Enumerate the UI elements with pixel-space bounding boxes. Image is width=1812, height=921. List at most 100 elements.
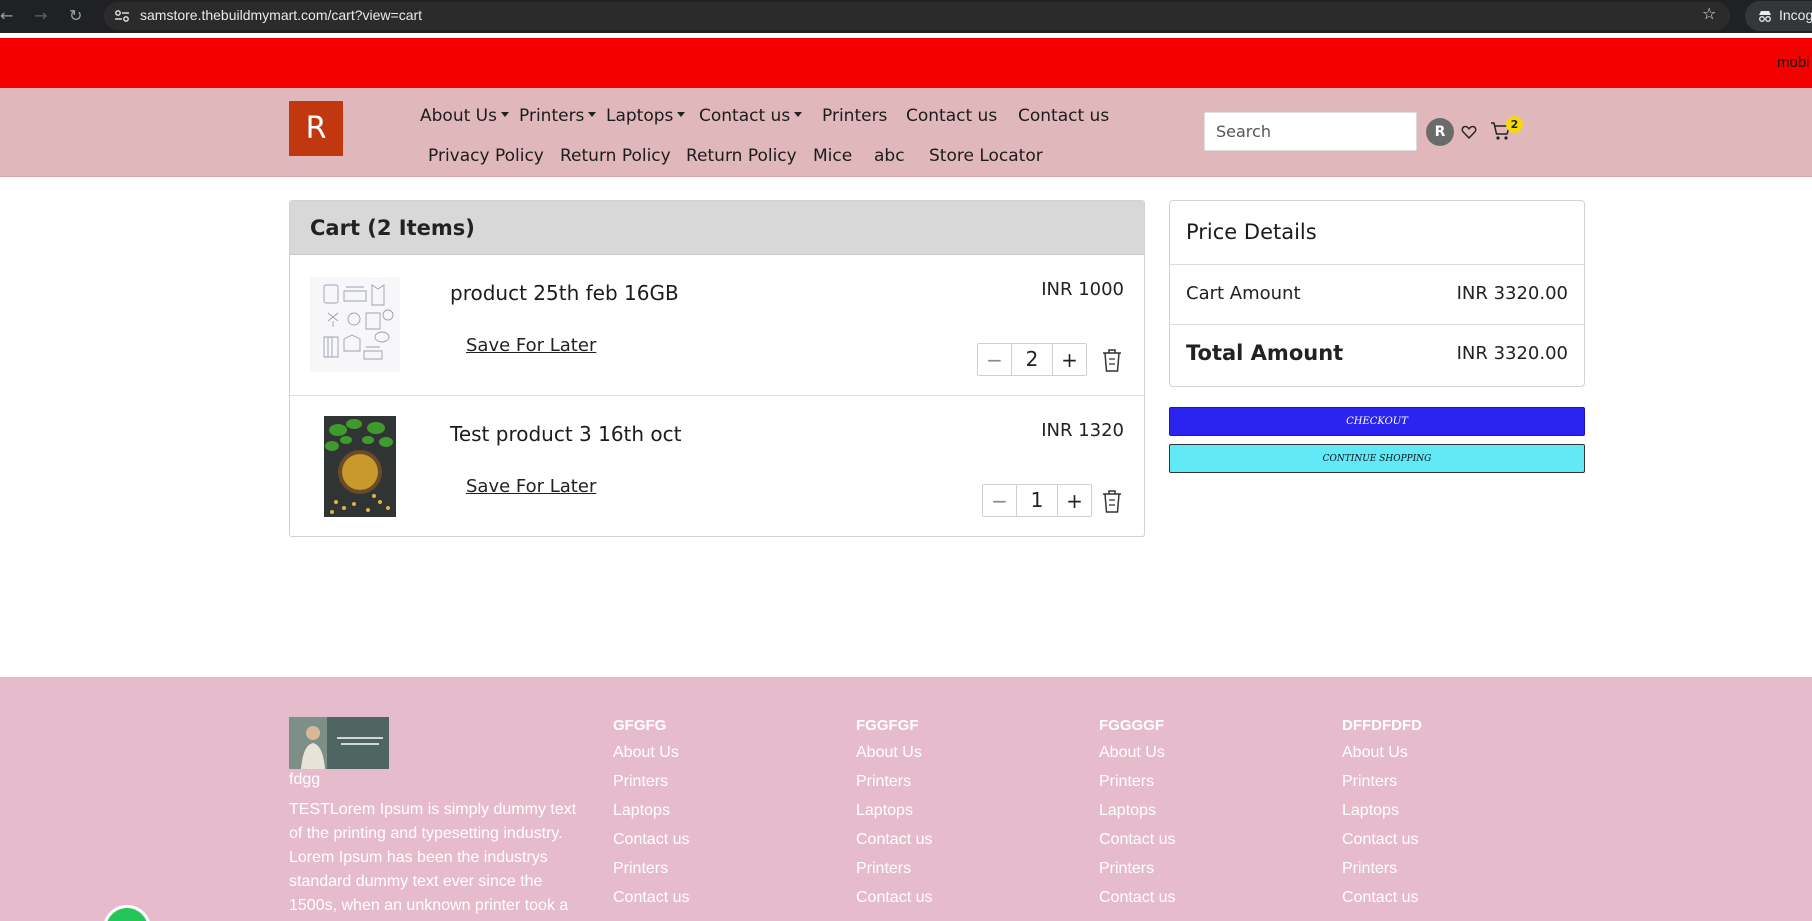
nav-contact-us[interactable]: Contact us	[699, 106, 803, 126]
cart-amount-row: Cart Amount INR 3320.00	[1170, 265, 1584, 325]
footer-column: DFFDFDFD About Us Printers Laptops Conta…	[1342, 717, 1422, 917]
cart-item: Test product 3 16th oct INR 1320 Save Fo…	[290, 396, 1144, 536]
decrease-quantity-button[interactable]: −	[978, 344, 1011, 375]
footer-link-about-us[interactable]: About Us	[856, 743, 932, 772]
continue-shopping-button[interactable]: CONTINUE SHOPPING	[1169, 444, 1585, 473]
footer-brand-name: fdgg	[289, 771, 321, 788]
footer-link-printers[interactable]: Printers	[1342, 859, 1422, 888]
search-input[interactable]	[1204, 112, 1417, 151]
product-thumbnail[interactable]	[310, 277, 400, 372]
delete-trash-icon[interactable]	[1100, 488, 1124, 514]
footer-column: GFGFG About Us Printers Laptops Contact …	[613, 717, 689, 917]
save-for-later-link[interactable]: Save For Later	[466, 476, 596, 497]
footer-link-contact-us[interactable]: Contact us	[856, 830, 932, 859]
address-bar[interactable]: samstore.thebuildmymart.com/cart?view=ca…	[104, 2, 1730, 30]
footer-column-heading: GFGFG	[613, 717, 667, 734]
footer-column: FGGGGF About Us Printers Laptops Contact…	[1099, 717, 1175, 917]
nav-store-locator[interactable]: Store Locator	[929, 146, 1043, 166]
footer-link-contact-us[interactable]: Contact us	[1342, 888, 1422, 917]
forward-icon[interactable]: →	[34, 6, 47, 25]
price-details-panel: Price Details Cart Amount INR 3320.00 To…	[1169, 200, 1585, 387]
chevron-down-icon	[500, 111, 509, 117]
footer-link-printers[interactable]: Printers	[856, 859, 932, 888]
quantity-stepper: − 2 +	[977, 343, 1087, 376]
footer-brand-image	[289, 717, 389, 769]
total-amount-value: INR 3320.00	[1456, 343, 1568, 364]
total-amount-label: Total Amount	[1186, 341, 1344, 365]
chevron-down-icon	[794, 111, 803, 117]
nav-printers-link[interactable]: Printers	[822, 106, 887, 126]
nav-return-policy-2[interactable]: Return Policy	[686, 146, 797, 166]
footer-link-printers[interactable]: Printers	[613, 772, 689, 801]
announcement-text: mobi	[1777, 54, 1810, 71]
quantity-stepper: − 1 +	[982, 484, 1092, 517]
footer-link-printers[interactable]: Printers	[1099, 772, 1175, 801]
site-settings-icon[interactable]	[114, 9, 130, 23]
site-header: R About Us Printers Laptops Contact us P…	[0, 88, 1812, 177]
footer-column-heading: DFFDFDFD	[1342, 717, 1422, 734]
footer-link-contact-us[interactable]: Contact us	[1342, 830, 1422, 859]
checkout-button[interactable]: CHECKOUT	[1169, 407, 1585, 436]
quantity-value[interactable]: 1	[1016, 485, 1058, 516]
footer-link-about-us[interactable]: About Us	[613, 743, 689, 772]
footer-link-laptops[interactable]: Laptops	[1099, 801, 1175, 830]
delete-trash-icon[interactable]	[1100, 347, 1124, 373]
footer-column-heading: FGGFGF	[856, 717, 919, 734]
nav-contact-us-link-2[interactable]: Contact us	[1018, 106, 1109, 126]
footer-link-contact-us[interactable]: Contact us	[1099, 888, 1175, 917]
store-logo[interactable]: R	[289, 101, 343, 156]
increase-quantity-button[interactable]: +	[1058, 485, 1091, 516]
nav-printers[interactable]: Printers	[519, 106, 597, 126]
increase-quantity-button[interactable]: +	[1053, 344, 1086, 375]
footer-link-laptops[interactable]: Laptops	[613, 801, 689, 830]
incognito-icon	[1759, 11, 1771, 22]
incognito-indicator[interactable]: Incognito	[1745, 1, 1812, 31]
nav-mice[interactable]: Mice	[813, 146, 852, 166]
footer-link-about-us[interactable]: About Us	[1342, 743, 1422, 772]
footer-about-text: TESTLorem Ipsum is simply dummy text of …	[289, 801, 577, 914]
footer-link-about-us[interactable]: About Us	[1099, 743, 1175, 772]
nav-about-us[interactable]: About Us	[420, 106, 509, 126]
product-price: INR 1320	[1041, 420, 1124, 441]
product-price: INR 1000	[1041, 279, 1124, 300]
wishlist-heart-icon[interactable]	[1461, 124, 1477, 140]
footer-link-printers[interactable]: Printers	[613, 859, 689, 888]
footer-link-printers[interactable]: Printers	[856, 772, 932, 801]
site-footer: fdgg TESTLorem Ipsum is simply dummy tex…	[0, 677, 1812, 921]
user-avatar[interactable]: R	[1426, 118, 1454, 146]
browser-toolbar: ← → ↻ samstore.thebuildmymart.com/cart?v…	[0, 0, 1812, 33]
announcement-bar: mobi	[0, 38, 1812, 88]
reload-icon[interactable]: ↻	[69, 6, 82, 25]
cart-item: product 25th feb 16GB INR 1000 Save For …	[290, 255, 1144, 396]
product-thumbnail[interactable]	[324, 416, 396, 517]
cart-amount-value: INR 3320.00	[1456, 283, 1568, 304]
footer-link-printers[interactable]: Printers	[1099, 859, 1175, 888]
quantity-value[interactable]: 2	[1011, 344, 1053, 375]
footer-link-contact-us[interactable]: Contact us	[613, 888, 689, 917]
url-text[interactable]: samstore.thebuildmymart.com/cart?view=ca…	[140, 7, 422, 23]
footer-link-contact-us[interactable]: Contact us	[1099, 830, 1175, 859]
cart-count-badge: 2	[1506, 116, 1523, 133]
cart-title: Cart (2 Items)	[290, 201, 1144, 255]
nav-laptops[interactable]: Laptops	[606, 106, 686, 126]
footer-link-contact-us[interactable]: Contact us	[856, 888, 932, 917]
nav-abc[interactable]: abc	[874, 146, 905, 166]
back-icon[interactable]: ←	[0, 6, 13, 25]
product-name[interactable]: product 25th feb 16GB	[450, 281, 679, 305]
footer-link-laptops[interactable]: Laptops	[856, 801, 932, 830]
footer-column: FGGFGF About Us Printers Laptops Contact…	[856, 717, 932, 917]
footer-link-printers[interactable]: Printers	[1342, 772, 1422, 801]
decrease-quantity-button[interactable]: −	[983, 485, 1016, 516]
cart-amount-label: Cart Amount	[1186, 283, 1301, 304]
footer-link-contact-us[interactable]: Contact us	[613, 830, 689, 859]
product-name[interactable]: Test product 3 16th oct	[450, 422, 682, 446]
chevron-down-icon	[588, 111, 597, 117]
nav-contact-us-link[interactable]: Contact us	[906, 106, 997, 126]
footer-link-laptops[interactable]: Laptops	[1342, 801, 1422, 830]
incognito-label: Incognito	[1779, 7, 1812, 23]
nav-privacy-policy[interactable]: Privacy Policy	[428, 146, 544, 166]
cart-panel: Cart (2 Items) product 25th feb 16GB INR…	[289, 200, 1145, 537]
nav-return-policy[interactable]: Return Policy	[560, 146, 671, 166]
save-for-later-link[interactable]: Save For Later	[466, 335, 596, 356]
total-amount-row: Total Amount INR 3320.00	[1170, 325, 1584, 385]
